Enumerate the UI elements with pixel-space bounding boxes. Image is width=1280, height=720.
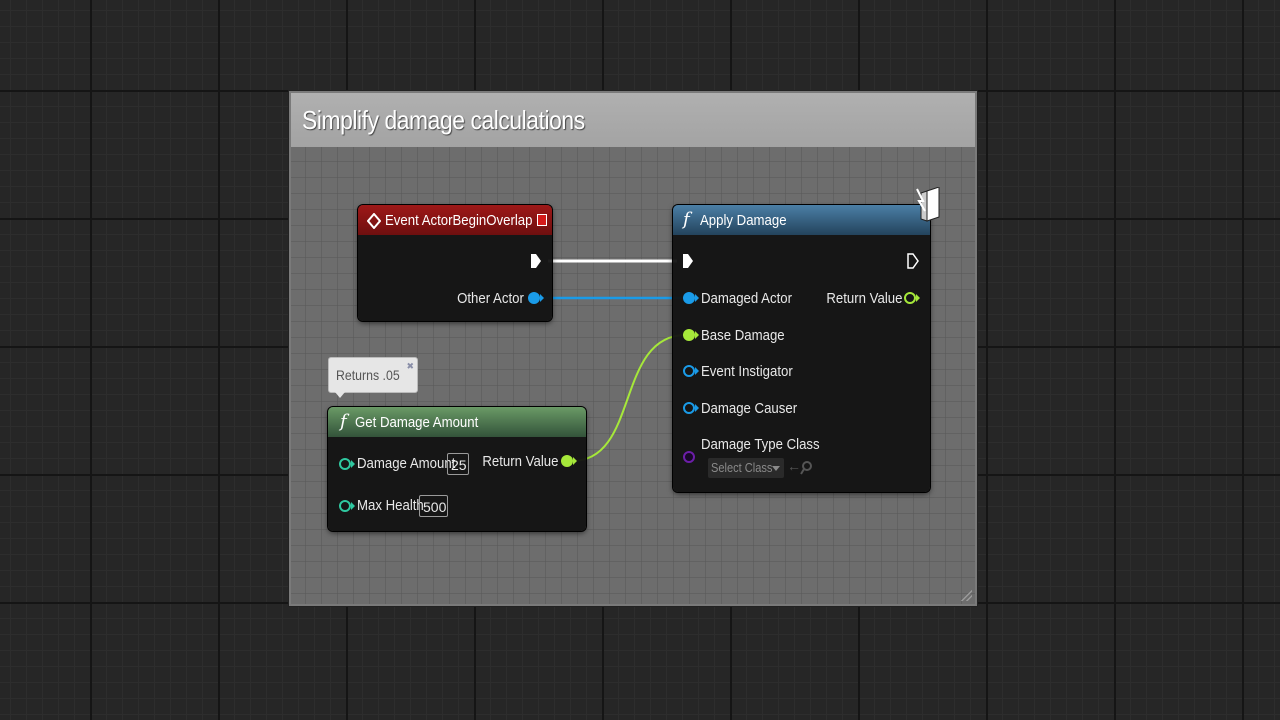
apply-damage-header[interactable]: f Apply Damage	[673, 205, 930, 235]
apply-damage-node[interactable]: f Apply Damage Damaged Actor Return Valu…	[673, 187, 940, 492]
damaged-actor-pin-label: Damaged Actor	[701, 290, 792, 307]
pin-comment-icon[interactable]: ✖	[406, 361, 414, 372]
event-instigator-arrow-icon	[695, 367, 699, 375]
node-comment-bubble[interactable]: Returns .05 ✖	[328, 357, 418, 393]
base-damage-pin-label: Base Damage	[701, 327, 785, 344]
damage-wire	[571, 334, 687, 462]
damage-causer-pin-label: Damage Causer	[701, 400, 798, 417]
damage-causer-pin-icon[interactable]	[683, 402, 695, 414]
get-damage-amount-node[interactable]: f Get Damage Amount Damage Amount 25 Ret…	[328, 407, 586, 531]
other-actor-arrow-icon	[540, 294, 544, 302]
other-actor-pin-label: Other Actor	[457, 290, 524, 307]
use-selected-arrow-icon[interactable]: ←	[787, 458, 801, 474]
apply-damage-title: Apply Damage	[700, 212, 787, 229]
exec-in-pin-icon[interactable]	[682, 253, 694, 269]
get-return-arrow-icon	[573, 457, 577, 465]
max-health-pin-label: Max Health	[357, 497, 424, 514]
max-health-pin-icon[interactable]	[339, 500, 351, 512]
get-return-value-label: Return Value	[481, 453, 558, 470]
event-node-title: Event ActorBeginOverlap	[385, 212, 533, 229]
damage-amount-pin-icon[interactable]	[339, 458, 351, 470]
chevron-down-icon	[772, 466, 780, 471]
node-comment-text: Returns .05	[336, 367, 400, 383]
function-icon: f	[683, 209, 690, 230]
max-health-input[interactable]: 500	[419, 495, 448, 517]
wires	[540, 259, 687, 462]
damage-amount-pin-label: Damage Amount	[357, 455, 456, 472]
damage-type-class-pin-label: Damage Type Class	[701, 436, 820, 453]
exec-out-pin-icon[interactable]	[907, 253, 919, 269]
function-icon: f	[340, 411, 347, 432]
other-actor-pin-icon[interactable]	[528, 292, 540, 304]
base-damage-arrow-icon	[695, 331, 699, 339]
get-return-value-pin-icon[interactable]	[561, 455, 573, 467]
event-actor-begin-overlap-node[interactable]: Event ActorBeginOverlap Other Actor	[358, 205, 552, 321]
event-instigator-pin-icon[interactable]	[683, 365, 695, 377]
apply-return-arrow-icon	[916, 294, 920, 302]
event-node-header[interactable]: Event ActorBeginOverlap	[358, 205, 552, 235]
damage-causer-arrow-icon	[695, 404, 699, 412]
delegate-pin-icon[interactable]	[537, 214, 547, 226]
authority-only-icon	[916, 187, 940, 222]
damage-type-class-pin-icon[interactable]	[683, 451, 695, 463]
get-damage-amount-header[interactable]: f Get Damage Amount	[328, 407, 586, 437]
damage-amount-input[interactable]: 25	[447, 453, 469, 475]
damaged-actor-arrow-icon	[695, 294, 699, 302]
class-select-label: Select Class	[711, 460, 773, 475]
browse-search-icon[interactable]	[800, 461, 812, 475]
apply-return-value-label: Return Value	[825, 290, 902, 307]
class-select-dropdown[interactable]: Select Class	[708, 458, 784, 478]
node-comment-pointer	[335, 392, 345, 398]
event-diamond-icon	[367, 213, 381, 229]
event-instigator-pin-label: Event Instigator	[701, 363, 793, 380]
max-health-arrow-icon	[351, 502, 355, 510]
base-damage-pin-icon[interactable]	[683, 329, 695, 341]
damage-amount-arrow-icon	[351, 460, 355, 468]
damaged-actor-pin-icon[interactable]	[683, 292, 695, 304]
apply-return-value-pin-icon[interactable]	[904, 292, 916, 304]
get-damage-amount-title: Get Damage Amount	[355, 414, 479, 431]
exec-out-pin-icon[interactable]	[530, 253, 542, 269]
